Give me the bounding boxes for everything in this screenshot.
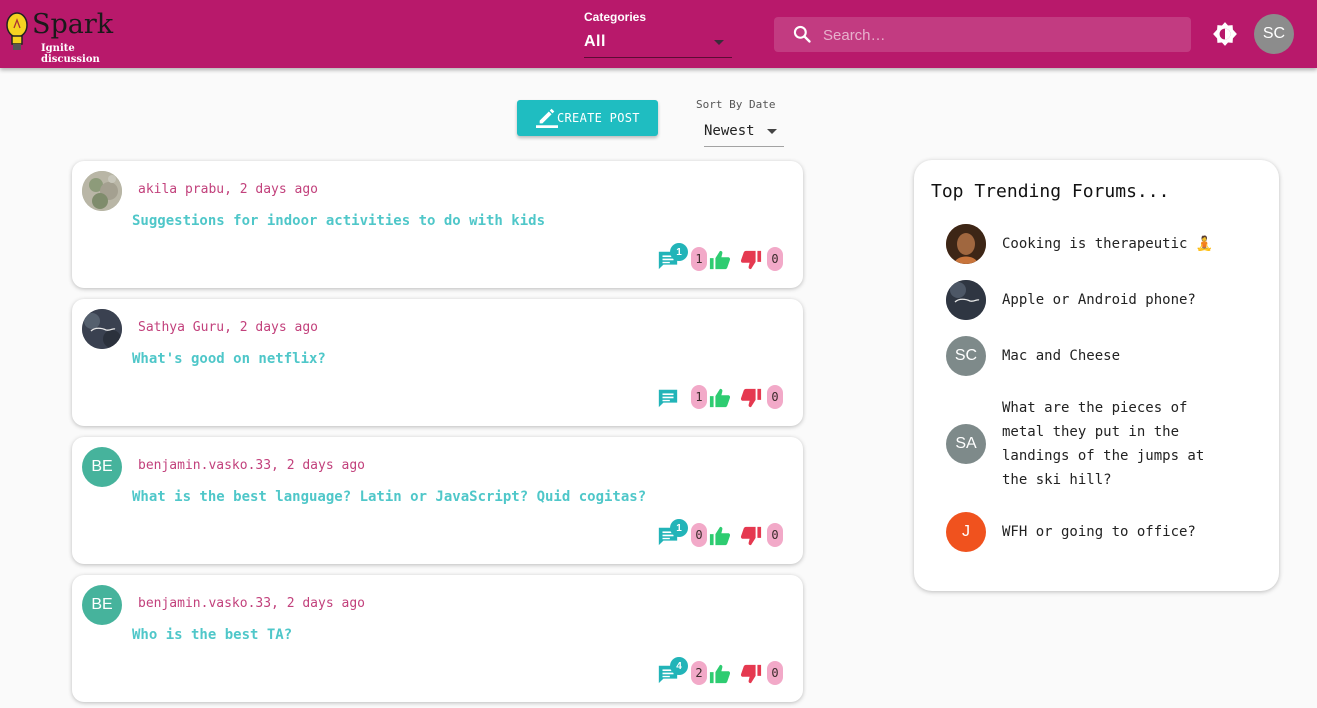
post-actions: 4 2 0 bbox=[657, 657, 787, 687]
app-header: Spark Ignite discussion Categories All S… bbox=[0, 0, 1317, 68]
comment-count-badge: 1 bbox=[670, 243, 688, 261]
trending-item-text: Apple or Android phone? bbox=[1002, 292, 1196, 308]
create-post-label: CREATE POST bbox=[557, 111, 640, 125]
comment-icon[interactable] bbox=[657, 387, 679, 409]
thumbs-down-icon[interactable] bbox=[740, 525, 762, 547]
app-logo[interactable]: Spark Ignite discussion bbox=[4, 8, 134, 65]
brightness-toggle-icon[interactable] bbox=[1212, 21, 1238, 47]
post-title[interactable]: What is the best language? Latin or Java… bbox=[132, 489, 646, 505]
avatar-photo-icon bbox=[82, 309, 122, 349]
like-count: 2 bbox=[691, 661, 707, 685]
avatar-photo-icon bbox=[946, 280, 986, 320]
trending-avatar bbox=[946, 224, 986, 264]
thumbs-up-icon[interactable] bbox=[709, 387, 731, 409]
trending-item-text: What are the pieces of metal they put in… bbox=[1002, 400, 1205, 488]
category-label: Categories bbox=[584, 10, 647, 24]
sort-underline bbox=[704, 146, 784, 147]
comment-count-badge: 4 bbox=[670, 657, 688, 675]
dislike-count: 0 bbox=[767, 385, 783, 409]
post-title[interactable]: What's good on netflix? bbox=[132, 351, 326, 367]
thumbs-up-icon[interactable] bbox=[709, 249, 731, 271]
thumbs-down-icon[interactable] bbox=[740, 387, 762, 409]
trending-item-text: Mac and Cheese bbox=[1002, 348, 1121, 364]
post-avatar[interactable] bbox=[82, 171, 122, 211]
post-author[interactable]: akila prabu, 2 days ago bbox=[138, 182, 318, 197]
category-select[interactable]: Categories All bbox=[584, 10, 732, 58]
post-card[interactable]: BE benjamin.vasko.33, 2 days ago What is… bbox=[72, 437, 803, 564]
pencil-icon bbox=[536, 108, 558, 128]
category-underline bbox=[584, 57, 732, 58]
post-card[interactable]: akila prabu, 2 days ago Suggestions for … bbox=[72, 161, 803, 288]
post-author[interactable]: benjamin.vasko.33, 2 days ago bbox=[138, 458, 365, 473]
trending-avatar bbox=[946, 280, 986, 320]
post-card[interactable]: Sathya Guru, 2 days ago What's good on n… bbox=[72, 299, 803, 426]
sort-value: Newest bbox=[704, 123, 755, 139]
post-actions: 1 1 0 bbox=[657, 243, 787, 273]
post-author[interactable]: benjamin.vasko.33, 2 days ago bbox=[138, 596, 365, 611]
thumbs-up-icon[interactable] bbox=[709, 663, 731, 685]
user-avatar[interactable]: SC bbox=[1254, 14, 1294, 54]
post-actions: 1 0 bbox=[657, 381, 787, 411]
dropdown-arrow-icon bbox=[767, 129, 777, 134]
like-count: 1 bbox=[691, 247, 707, 271]
search-input[interactable] bbox=[821, 17, 1185, 54]
post-author[interactable]: Sathya Guru, 2 days ago bbox=[138, 320, 318, 335]
post-card[interactable]: BE benjamin.vasko.33, 2 days ago Who is … bbox=[72, 575, 803, 702]
post-title[interactable]: Who is the best TA? bbox=[132, 627, 292, 643]
post-avatar[interactable]: BE bbox=[82, 447, 122, 487]
create-post-button[interactable]: CREATE POST bbox=[517, 100, 658, 136]
trending-avatar: SA bbox=[946, 424, 986, 464]
like-count: 1 bbox=[691, 385, 707, 409]
like-count: 0 bbox=[691, 523, 707, 547]
dropdown-arrow-icon bbox=[714, 40, 724, 45]
sort-label: Sort By Date bbox=[696, 98, 776, 111]
avatar-photo-icon bbox=[82, 171, 122, 211]
logo-subtitle: Ignite discussion bbox=[41, 43, 100, 65]
trending-avatar: SC bbox=[946, 336, 986, 376]
trending-title: Top Trending Forums... bbox=[931, 181, 1170, 202]
trending-item-text: WFH or going to office? bbox=[1002, 524, 1196, 540]
comment-count-badge: 1 bbox=[670, 519, 688, 537]
thumbs-down-icon[interactable] bbox=[740, 663, 762, 685]
logo-title: Spark bbox=[32, 9, 114, 40]
avatar-photo-icon bbox=[946, 224, 986, 264]
thumbs-down-icon[interactable] bbox=[740, 249, 762, 271]
dislike-count: 0 bbox=[767, 523, 783, 547]
trending-panel: Top Trending Forums... Cooking is therap… bbox=[914, 160, 1279, 591]
sort-select[interactable]: Sort By Date Newest bbox=[696, 98, 784, 147]
category-value: All bbox=[584, 33, 606, 50]
post-title[interactable]: Suggestions for indoor activities to do … bbox=[132, 213, 545, 229]
dislike-count: 0 bbox=[767, 661, 783, 685]
post-avatar[interactable]: BE bbox=[82, 585, 122, 625]
lightbulb-icon bbox=[6, 12, 28, 50]
trending-item-text: Cooking is therapeutic 🧘 bbox=[1002, 236, 1214, 252]
search-icon bbox=[793, 25, 811, 43]
trending-avatar: J bbox=[946, 512, 986, 552]
post-avatar[interactable] bbox=[82, 309, 122, 349]
dislike-count: 0 bbox=[767, 247, 783, 271]
post-actions: 1 0 0 bbox=[657, 519, 787, 549]
search-bar bbox=[774, 17, 1191, 54]
thumbs-up-icon[interactable] bbox=[709, 525, 731, 547]
